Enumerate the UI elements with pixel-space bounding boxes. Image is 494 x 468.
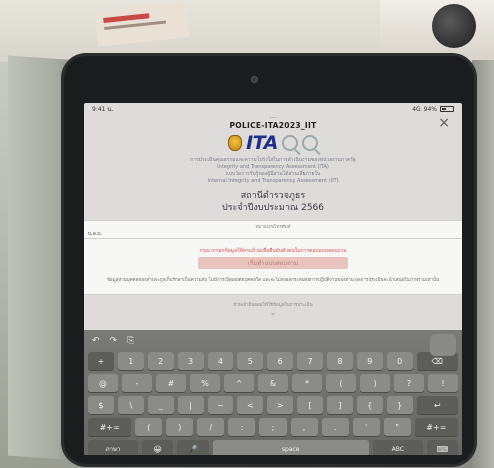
paste-icon[interactable]: ⎘: [127, 336, 134, 346]
header-subline: แบบวัดการรับรู้ของผู้มีส่วนได้ส่วนเสียภา…: [225, 171, 321, 177]
front-camera: [251, 76, 258, 83]
key[interactable]: (: [326, 374, 356, 392]
abc-key-label: ABC: [391, 445, 404, 453]
key[interactable]: 3: [177, 352, 204, 370]
symbols-key[interactable]: #+=: [88, 418, 132, 436]
key[interactable]: |: [177, 396, 204, 414]
key[interactable]: ,: [290, 418, 318, 436]
onscreen-keyboard: ↶ ↷ ⎘ + 1 2 3 4 5 6 7 8 9 0 ⌫ @ - # % ^ …: [84, 330, 462, 455]
background-object: [432, 4, 476, 48]
ita-logo: ITA: [84, 131, 462, 155]
undo-icon[interactable]: ↶: [92, 336, 100, 346]
key[interactable]: +: [88, 352, 114, 370]
magnifier-icon: [281, 135, 298, 151]
card-red-stripe: [103, 13, 150, 23]
keyboard-row: #+= ( ) / : ; , . ' " #+=: [88, 418, 458, 436]
language-key[interactable]: ภาษา: [88, 440, 138, 455]
key[interactable]: ~: [207, 396, 234, 414]
key[interactable]: 5: [237, 352, 264, 370]
key[interactable]: 0: [386, 352, 413, 370]
keyboard-row: $ \ _ | ~ < > [ ] { } ↩: [88, 396, 459, 414]
key[interactable]: 7: [297, 352, 323, 370]
key[interactable]: /: [197, 418, 225, 436]
keyboard-row: @ - # % ^ & * ( ) ? !: [88, 374, 458, 392]
symbols-key[interactable]: #+=: [414, 418, 458, 436]
key[interactable]: ]: [327, 396, 353, 414]
key[interactable]: ;: [259, 418, 287, 436]
key[interactable]: 1: [117, 352, 144, 370]
login-form: หมายเลขโทรศัพท์ บ.ล.บ. กรุณากรอกข้อมูลให…: [84, 220, 462, 295]
battery-percent: 94%: [423, 105, 437, 113]
header-subline: Internal Integrity and Transparency Asse…: [207, 178, 339, 184]
key[interactable]: ): [360, 374, 390, 392]
key[interactable]: ^: [224, 374, 254, 392]
header-sublines: การประเมินคุณธรรมและความโปร่งใสในการดำเน…: [84, 157, 462, 185]
key[interactable]: !: [428, 374, 458, 392]
key[interactable]: 9: [356, 352, 383, 370]
close-icon[interactable]: ×: [438, 116, 450, 130]
ipad-cover-right: [472, 60, 494, 468]
fiscal-year: ประจำปีงบประมาณ 2566: [221, 203, 324, 213]
key[interactable]: 2: [147, 352, 174, 370]
key[interactable]: :: [228, 418, 256, 436]
battery-icon: [440, 106, 454, 112]
form-gap: [84, 239, 462, 247]
header-subline: การประเมินคุณธรรมและความโปร่งใสในการดำเน…: [190, 157, 356, 163]
key[interactable]: &: [258, 374, 288, 392]
key[interactable]: {: [356, 396, 383, 414]
chevron-down-icon[interactable]: ⌄: [84, 309, 462, 317]
police-emblem-icon: [228, 135, 243, 151]
keyboard-toolbar: ↶ ↷ ⎘: [88, 334, 458, 348]
key[interactable]: ): [166, 418, 194, 436]
start-survey-button[interactable]: เริ่มทำแบบสอบถาม: [198, 257, 348, 269]
key[interactable]: <: [237, 396, 264, 414]
key[interactable]: $: [88, 396, 114, 414]
key[interactable]: ?: [394, 374, 424, 392]
agency-name: สถานีตำรวจภูธร: [240, 191, 306, 201]
key[interactable]: ': [352, 418, 380, 436]
nav-bar: ··· POLICE-ITA2023_IIT ×: [84, 115, 462, 131]
abc-key[interactable]: ABC: [372, 440, 423, 455]
ipad-screen: 9:41 น. 4G 94% ··· POLICE-ITA2023_IIT × …: [84, 103, 462, 455]
key[interactable]: (: [135, 418, 163, 436]
warning-text: กรุณากรอกข้อมูลให้ครบถ้วนเพื่อยืนยันตัวต…: [199, 248, 347, 254]
language-key-label: ภาษา: [105, 446, 121, 453]
key[interactable]: *: [292, 374, 322, 392]
key[interactable]: 8: [327, 352, 353, 370]
key[interactable]: .: [321, 418, 349, 436]
ita-logo-text: ITA: [246, 132, 278, 154]
return-key[interactable]: ↩: [416, 396, 459, 414]
emoji-key[interactable]: 😀: [142, 440, 174, 455]
key[interactable]: 6: [267, 352, 294, 370]
signal-indicator: 4G: [412, 105, 421, 113]
key[interactable]: [: [297, 396, 323, 414]
key[interactable]: ": [383, 418, 411, 436]
key[interactable]: %: [190, 374, 220, 392]
microphone-key[interactable]: 🎤: [177, 440, 209, 455]
privacy-notice: ข้อมูลส่วนบุคคลของท่านจะถูกเก็บรักษาเป็น…: [106, 278, 440, 283]
key[interactable]: \: [117, 396, 144, 414]
status-indicators: 4G 94%: [412, 106, 454, 113]
key[interactable]: _: [147, 396, 174, 414]
magnifier-icon: [301, 135, 318, 151]
key[interactable]: #: [156, 374, 186, 392]
key[interactable]: @: [88, 374, 118, 392]
header-subline: Integrity and Transparency Assessment (I…: [217, 164, 329, 170]
space-key-label: space: [281, 445, 300, 453]
key[interactable]: }: [386, 396, 413, 414]
status-time: 9:41 น.: [92, 106, 114, 113]
phone-input[interactable]: บ.ล.บ.: [84, 229, 462, 239]
page-title: POLICE-ITA2023_IIT: [229, 121, 317, 130]
keyboard-accessory-button[interactable]: [430, 334, 456, 356]
hide-keyboard-key[interactable]: ⌨: [426, 440, 458, 455]
keyboard-row: + 1 2 3 4 5 6 7 8 9 0 ⌫: [88, 352, 459, 370]
key[interactable]: -: [122, 374, 152, 392]
field-label: หมายเลขโทรศัพท์: [255, 225, 291, 230]
redo-icon[interactable]: ↷: [110, 336, 118, 346]
keyboard-row: ภาษา 😀 🎤 space ABC ⌨: [88, 440, 458, 455]
key[interactable]: >: [267, 396, 294, 414]
space-key[interactable]: space: [212, 440, 369, 455]
key[interactable]: 4: [207, 352, 234, 370]
